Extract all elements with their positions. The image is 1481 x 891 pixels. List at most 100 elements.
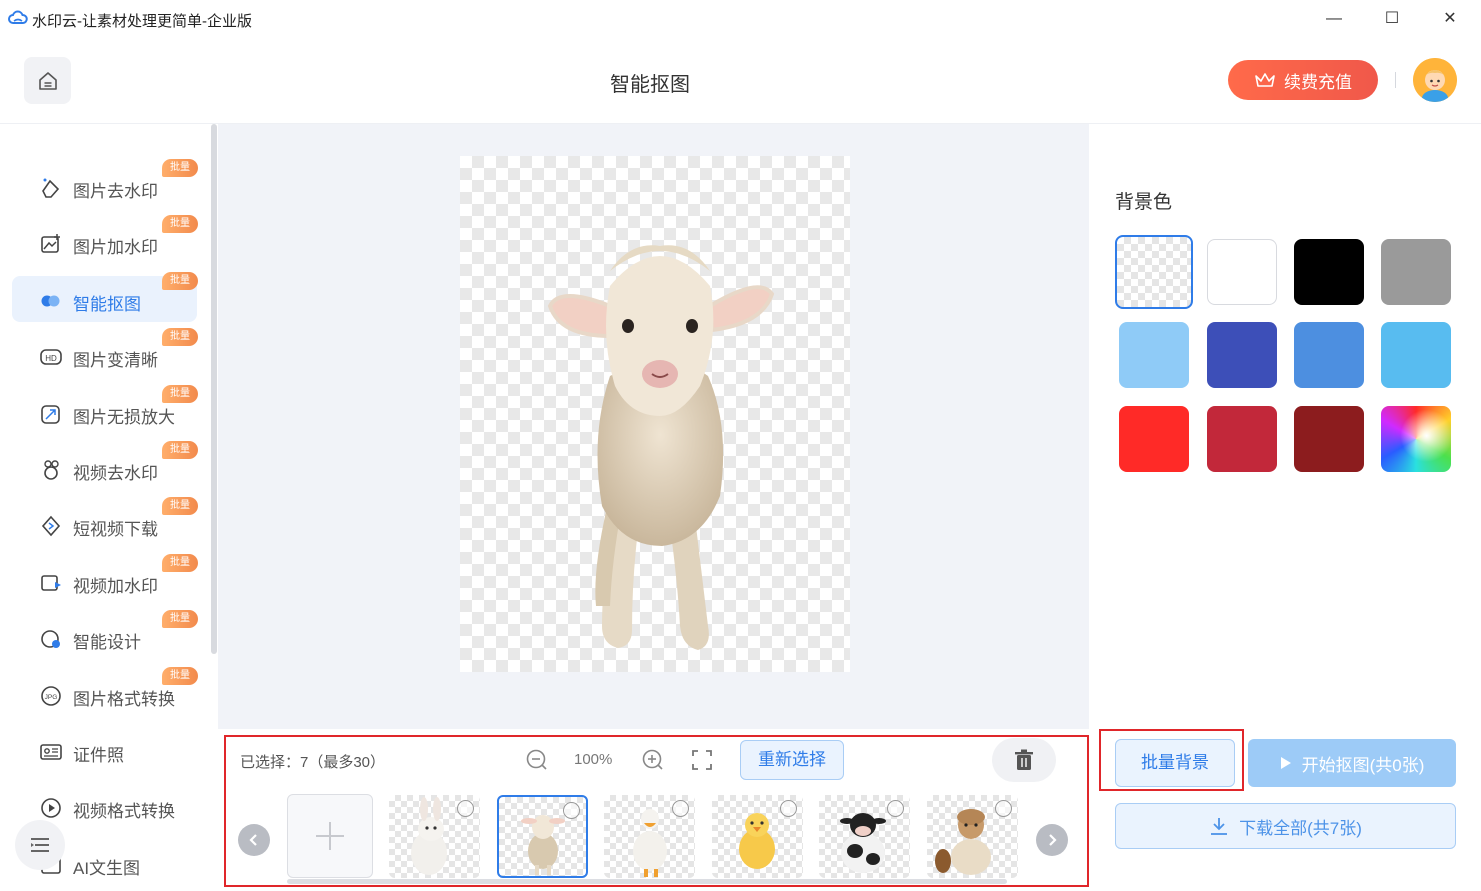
color-swatch-12[interactable] <box>1381 406 1451 472</box>
batch-badge: 批量 <box>162 328 198 347</box>
sidebar-item-3[interactable]: 智能抠图 批量 <box>12 271 198 322</box>
thumbnail-scrollbar[interactable] <box>287 879 1007 884</box>
batch-badge: 批量 <box>162 215 198 234</box>
thumb-checkbox[interactable] <box>887 800 904 817</box>
sidebar-item-7[interactable]: 短视频下载 批量 <box>12 497 198 547</box>
color-swatch-6[interactable] <box>1207 322 1277 388</box>
thumb-checkbox[interactable] <box>780 800 797 817</box>
sidebar-item-9[interactable]: 智能设计 批量 <box>12 610 198 660</box>
color-swatch-8[interactable] <box>1381 322 1451 388</box>
svg-text:JPG: JPG <box>45 694 58 701</box>
color-swatch-7[interactable] <box>1294 322 1364 388</box>
thumb-checkbox[interactable] <box>457 800 474 817</box>
maximize-button[interactable]: ☐ <box>1382 9 1402 29</box>
eraser-icon <box>42 178 60 198</box>
chevron-right-icon <box>1049 834 1057 846</box>
color-swatch-3[interactable] <box>1294 239 1364 305</box>
sidebar-item-label: 智能抠图 <box>73 294 141 314</box>
batch-badge: 批量 <box>162 610 198 629</box>
color-swatch-2[interactable] <box>1207 239 1277 305</box>
zoom-in-icon[interactable] <box>641 748 665 772</box>
sidebar-item-label: 图片加水印 <box>73 238 158 258</box>
id-photo-icon <box>40 744 62 760</box>
thumbnail-lamb[interactable] <box>497 795 588 878</box>
sidebar-item-label: 证件照 <box>73 746 124 765</box>
cutout-icon <box>41 295 60 307</box>
sidebar-item-4[interactable]: HD 图片变清晰 批量 <box>12 328 198 378</box>
download-all-button[interactable]: 下载全部(共7张) <box>1115 803 1456 849</box>
window-title: 水印云-让素材处理更简单-企业版 <box>32 13 252 30</box>
batch-badge: 批量 <box>162 441 198 459</box>
thumbnail-alpaca[interactable] <box>927 795 1018 878</box>
delete-button[interactable] <box>992 738 1056 782</box>
transparent-background <box>460 156 850 672</box>
sidebar-item-11[interactable]: 证件照 <box>12 727 197 773</box>
color-swatch-9[interactable] <box>1119 406 1189 472</box>
close-button[interactable]: ✕ <box>1440 9 1460 29</box>
prev-thumb-button[interactable] <box>238 824 270 856</box>
sidebar-item-10[interactable]: JPG 图片格式转换 批量 <box>12 666 198 717</box>
app-header: 智能抠图 续费充值 <box>0 38 1481 124</box>
image-add-icon <box>41 234 60 254</box>
chevron-left-icon <box>249 834 257 846</box>
video-add-icon <box>41 574 61 591</box>
cloud-logo-icon <box>8 10 28 24</box>
color-swatch-11[interactable] <box>1294 406 1364 472</box>
color-swatch-10[interactable] <box>1207 406 1277 472</box>
zoom-out-icon[interactable] <box>525 748 549 772</box>
thumbnail-chick[interactable] <box>712 795 803 878</box>
sidebar-item-5[interactable]: 图片无损放大 批量 <box>12 384 198 435</box>
hd-icon: HD <box>40 349 62 365</box>
batch-badge: 批量 <box>162 159 198 177</box>
crown-icon <box>1255 73 1275 87</box>
color-swatch-4[interactable] <box>1381 239 1451 305</box>
sidebar-item-label: AI文生图 <box>73 858 141 878</box>
play-icon <box>1280 757 1291 769</box>
sidebar-item-label: 图片格式转换 <box>73 689 175 709</box>
add-image-button[interactable] <box>287 794 373 878</box>
next-thumb-button[interactable] <box>1036 824 1068 856</box>
minimize-button[interactable]: — <box>1324 9 1344 29</box>
jpg-icon: JPG <box>41 685 61 706</box>
sidebar-item-label: 视频格式转换 <box>73 802 175 822</box>
batch-background-button[interactable]: 批量背景 <box>1115 739 1235 787</box>
sidebar-item-2[interactable]: 图片加水印 批量 <box>12 215 198 265</box>
download-icon <box>1211 818 1228 835</box>
batch-badge: 批量 <box>162 271 198 290</box>
sidebar-item-1[interactable]: 图片去水印 批量 <box>12 159 198 209</box>
design-icon <box>41 630 60 649</box>
svg-text:HD: HD <box>45 354 57 363</box>
thumb-checkbox[interactable] <box>563 802 580 819</box>
sidebar-item-label: 图片无损放大 <box>73 407 175 427</box>
thumb-checkbox[interactable] <box>672 800 689 817</box>
preview-canvas <box>218 124 1089 729</box>
thumbnail-duck[interactable] <box>604 795 695 878</box>
thumbnail-cow[interactable] <box>819 795 910 878</box>
fullscreen-icon[interactable] <box>690 748 714 772</box>
play-circle-icon <box>41 798 61 819</box>
color-swatch-1[interactable] <box>1115 235 1193 309</box>
start-cutout-button[interactable]: 开始抠图(共0张) <box>1248 739 1456 787</box>
plus-icon <box>316 822 344 850</box>
sidebar-scrollbar[interactable] <box>211 124 217 654</box>
user-avatar[interactable] <box>1413 58 1457 102</box>
menu-button[interactable] <box>15 820 65 870</box>
home-button[interactable] <box>24 57 71 104</box>
sidebar-item-6[interactable]: 视频去水印 批量 <box>12 441 198 491</box>
recharge-button[interactable]: 续费充值 <box>1228 60 1378 100</box>
thumbnail-rabbit[interactable] <box>389 795 480 878</box>
menu-icon <box>31 838 49 852</box>
sidebar-item-8[interactable]: 视频加水印 批量 <box>12 553 198 604</box>
selected-count: 已选择：7（最多30） <box>240 754 386 771</box>
title-bar: 水印云-让素材处理更简单-企业版 — ☐ ✕ <box>0 0 1481 38</box>
zoom-level: 100% <box>574 751 613 768</box>
thumb-checkbox[interactable] <box>995 800 1012 817</box>
header-divider <box>1395 72 1396 88</box>
batch-badge: 批量 <box>162 384 198 403</box>
reselect-button[interactable]: 重新选择 <box>740 740 844 780</box>
start-cutout-label: 开始抠图(共0张) <box>1301 755 1425 775</box>
color-swatch-5[interactable] <box>1119 322 1189 388</box>
page-title: 智能抠图 <box>610 74 690 96</box>
download-all-label: 下载全部(共7张) <box>1239 818 1362 838</box>
sidebar-item-label: 图片变清晰 <box>73 351 158 371</box>
